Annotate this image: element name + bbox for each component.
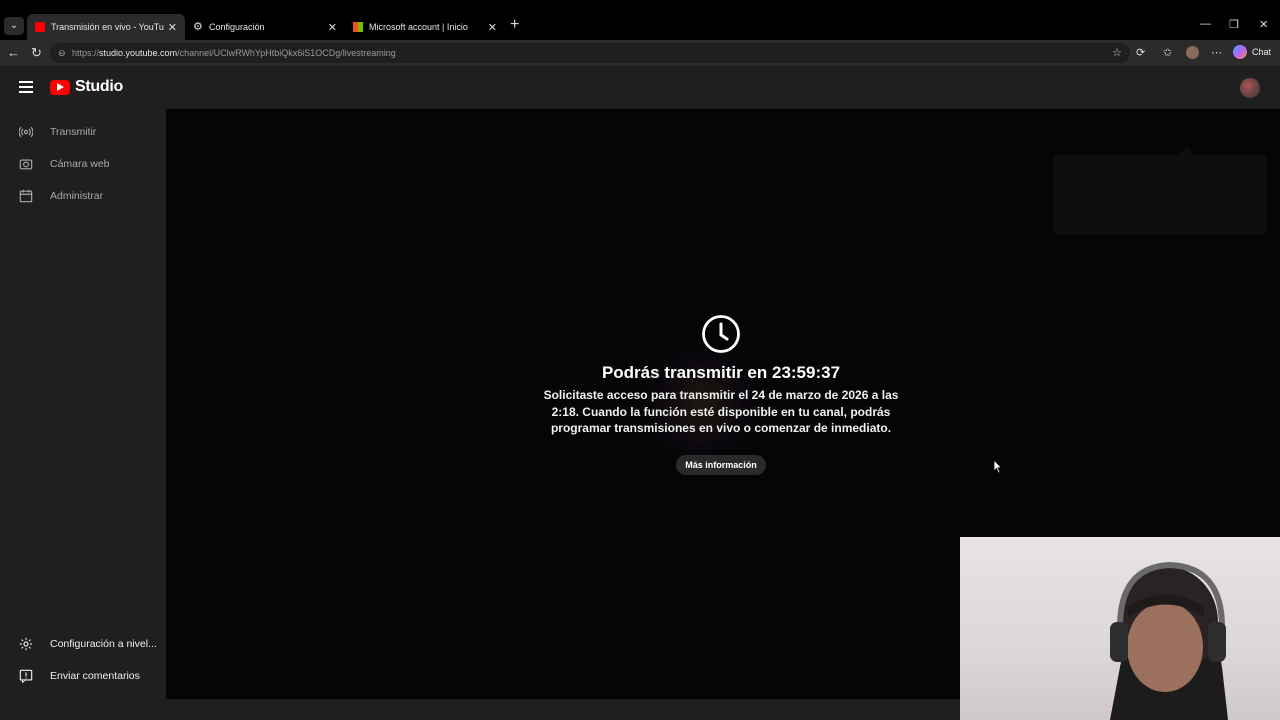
tab-actions-chevron-icon[interactable]: ⌄: [4, 17, 24, 35]
close-tab-icon[interactable]: ✕: [168, 21, 177, 34]
dimmed-popup: [1054, 155, 1266, 235]
gear-favicon-icon: ⚙: [193, 21, 203, 33]
new-tab-plus-icon[interactable]: +: [510, 16, 519, 34]
tab-microsoft-account[interactable]: Microsoft account | Inicio ✕: [345, 14, 505, 40]
url-prefix: https://: [72, 48, 100, 58]
copilot-icon: [1233, 45, 1247, 59]
studio-logo[interactable]: Studio: [50, 78, 123, 96]
youtube-favicon-icon: [35, 22, 45, 32]
close-tab-icon[interactable]: ✕: [328, 21, 337, 34]
favorite-star-icon[interactable]: ☆: [1112, 46, 1122, 59]
close-window-icon[interactable]: ✕: [1259, 18, 1268, 31]
menu-hamburger-icon[interactable]: [19, 81, 33, 93]
broadcast-icon: [19, 126, 33, 138]
more-options-icon[interactable]: ⋯: [1211, 46, 1222, 59]
sidebar: Transmitir Cámara web Administrar Config…: [0, 109, 165, 720]
sidebar-item-configuracion[interactable]: Configuración a nivel...: [0, 628, 165, 660]
site-info-icon[interactable]: ⊖: [58, 43, 66, 63]
reload-icon[interactable]: ↻: [31, 45, 42, 61]
clock-icon: [702, 315, 740, 353]
browser-toolbar: ← ↻ ⊖ https://studio.youtube.com/channel…: [0, 40, 1280, 66]
sidebar-item-label: Enviar comentarios: [50, 670, 140, 682]
logo-text: Studio: [75, 78, 123, 95]
sidebar-item-enviar-comentarios[interactable]: Enviar comentarios: [0, 660, 165, 692]
sidebar-item-label: Administrar: [50, 190, 104, 202]
sidebar-item-administrar[interactable]: Administrar: [0, 180, 165, 212]
sidebar-item-transmitir[interactable]: Transmitir: [0, 116, 165, 148]
copilot-label: Chat: [1252, 47, 1272, 57]
close-tab-icon[interactable]: ✕: [488, 21, 497, 34]
camera-icon: [19, 159, 33, 170]
more-info-button[interactable]: Más información: [676, 454, 766, 475]
microsoft-favicon-icon: [353, 22, 363, 32]
url-path: /channel/UClwRWhYpHtbiQkx6iS1OCDg/livest…: [177, 48, 396, 58]
sidebar-item-label: Transmitir: [50, 126, 97, 138]
account-avatar[interactable]: [1240, 78, 1260, 98]
gear-icon: [19, 637, 33, 651]
extensions-icon[interactable]: ⟳: [1136, 46, 1145, 59]
countdown-heading: Podrás transmitir en 23:59:37: [601, 363, 841, 382]
back-arrow-icon[interactable]: ←: [7, 45, 20, 60]
tab-title: Microsoft account | Inicio: [369, 22, 468, 32]
restore-icon[interactable]: ❐: [1229, 18, 1239, 31]
tab-title: Configuración: [209, 22, 265, 32]
tab-youtube-studio[interactable]: Transmisión en vivo - YouTube Stu ✕: [27, 14, 185, 40]
access-request-description: Solicitaste acceso para transmitir el 24…: [543, 388, 899, 435]
youtube-play-logo-icon: [50, 79, 70, 95]
app-header: Studio: [0, 66, 1280, 109]
sidebar-item-camara-web[interactable]: Cámara web: [0, 148, 165, 180]
mouse-cursor-icon: [993, 459, 1003, 474]
favorites-icon[interactable]: ✩: [1163, 46, 1172, 59]
minimize-icon[interactable]: —: [1200, 18, 1211, 30]
sidebar-item-label: Cámara web: [50, 158, 110, 170]
tab-title: Transmisión en vivo - YouTube Stu: [51, 22, 164, 32]
copilot-chat-button[interactable]: Chat: [1233, 45, 1271, 59]
url-host: studio.youtube.com: [99, 48, 178, 58]
calendar-icon: [19, 189, 33, 203]
tab-configuracion[interactable]: ⚙ Configuración ✕: [185, 14, 345, 40]
feedback-icon: [19, 669, 33, 683]
person-silhouette: [1110, 561, 1228, 720]
browser-tab-strip: ⌄ Transmisión en vivo - YouTube Stu ✕ ⚙ …: [0, 0, 1280, 40]
address-bar[interactable]: ⊖ https://studio.youtube.com/channel/UCl…: [50, 43, 1130, 63]
webcam-overlay-video: [960, 537, 1280, 720]
sidebar-item-label: Configuración a nivel...: [50, 638, 157, 650]
waiting-message: Podrás transmitir en 23:59:37 Solicitast…: [536, 314, 906, 475]
profile-avatar-icon[interactable]: [1186, 46, 1199, 59]
